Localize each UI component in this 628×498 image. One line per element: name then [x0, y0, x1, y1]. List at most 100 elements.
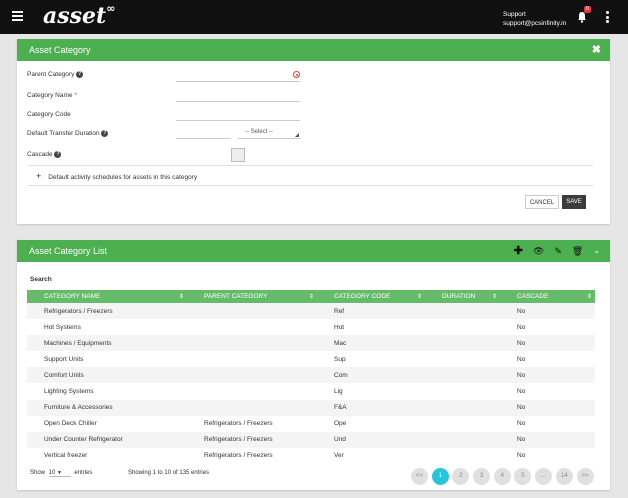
view-icon[interactable]: 👁: [533, 240, 544, 262]
notification-badge: 0: [584, 6, 591, 13]
list-panel-header: Asset Category List ✚ 👁 ✎ 🗑 ⌄: [17, 240, 610, 262]
page-button[interactable]: 4: [493, 468, 511, 485]
support-title: Support: [503, 11, 526, 18]
form-panel-title: Asset Category: [29, 45, 91, 55]
table-row[interactable]: Refrigerators / Freezers Ref No: [27, 303, 595, 320]
table-cell: No: [500, 431, 595, 448]
table-cell: Support Units: [27, 351, 187, 368]
showing-info: Showing 1 to 10 of 135 entries: [128, 470, 210, 476]
page-button[interactable]: 2: [452, 468, 470, 485]
table-row[interactable]: Hot Systems Hot No: [27, 319, 595, 336]
table-cell: Machines / Equipments: [27, 335, 187, 352]
table-row[interactable]: Vertical freezer Refrigerators / Freezers…: [27, 447, 595, 464]
chevron-down-icon[interactable]: ⌄: [593, 240, 600, 262]
entries-label: entries: [74, 470, 93, 476]
table-cell: [425, 319, 500, 336]
app-logo[interactable]: asset∞: [43, 1, 116, 29]
help-icon[interactable]: ?: [101, 130, 109, 137]
category-name-input[interactable]: [176, 93, 300, 102]
sort-icon[interactable]: ⇕: [179, 293, 184, 300]
parent-category-label: Parent Category ?: [27, 71, 84, 79]
table-cell: Comfort Units: [27, 367, 187, 384]
duration-unit-select[interactable]: -- Select --: [238, 129, 300, 139]
table-cell: Open Deck Chiller: [27, 415, 187, 432]
sort-icon[interactable]: ⇕: [587, 293, 592, 300]
sort-icon[interactable]: ⇕: [309, 293, 314, 300]
page-button[interactable]: 14: [555, 468, 573, 485]
table-cell: Sup: [317, 351, 425, 368]
help-icon[interactable]: ?: [76, 71, 84, 78]
table-row[interactable]: Furniture & Accessories F&A No: [27, 399, 595, 416]
page-button[interactable]: >>: [576, 468, 594, 485]
search-label: Search: [30, 276, 52, 283]
table-cell: [187, 383, 317, 400]
close-icon[interactable]: ✖: [592, 39, 601, 61]
save-button[interactable]: SAVE: [562, 195, 586, 209]
dropdown-arrow-icon: ▼: [57, 470, 62, 476]
cancel-button[interactable]: CANCEL: [525, 195, 559, 209]
form-divider: [27, 165, 593, 166]
table-row[interactable]: Lighting Systems Lig No: [27, 383, 595, 400]
table-row[interactable]: Open Deck Chiller Refrigerators / Freezer…: [27, 415, 595, 432]
table-cell: Refrigerators / Freezers: [187, 431, 317, 448]
page-button[interactable]: 1: [431, 468, 449, 485]
column-header-category-name[interactable]: CATEGORY NAME ⇕: [27, 290, 187, 303]
table-cell: No: [500, 319, 595, 336]
parent-category-input[interactable]: [176, 73, 300, 82]
table-cell: Ope: [317, 415, 425, 432]
table-cell: No: [500, 399, 595, 416]
page-button[interactable]: 5: [514, 468, 532, 485]
table-cell: Furniture & Accessories: [27, 399, 187, 416]
table-cell: Hot Systems: [27, 319, 187, 336]
delete-icon[interactable]: 🗑: [572, 240, 583, 262]
table-row[interactable]: Comfort Units Com No: [27, 367, 595, 384]
table-cell: [425, 431, 500, 448]
asset-category-table: CATEGORY NAME ⇕ PARENT CATEGORY ⇕ CATEGORY…: [27, 290, 595, 464]
column-header-parent-category[interactable]: PARENT CATEGORY ⇕: [187, 290, 317, 303]
category-code-label: Category Code: [27, 111, 71, 118]
table-cell: No: [500, 351, 595, 368]
expander-label[interactable]: Default activity schedules for assets in…: [48, 174, 197, 181]
logo-text: asset: [43, 3, 107, 29]
table-cell: No: [500, 303, 595, 320]
column-header-category-code[interactable]: CATEGORY CODE ⇕: [317, 290, 425, 303]
cascade-checkbox[interactable]: [231, 148, 245, 162]
pagination: << 1 2 3 4 5... 14 >>: [411, 468, 597, 485]
clear-selection-icon[interactable]: [293, 71, 300, 78]
transfer-duration-input[interactable]: [176, 130, 231, 139]
table-cell: Und: [317, 431, 425, 448]
category-code-input[interactable]: [176, 112, 300, 121]
list-toolbar: ✚ 👁 ✎ 🗑 ⌄: [504, 240, 600, 262]
table-cell: [425, 383, 500, 400]
page-size-select[interactable]: 10 ▼: [48, 470, 71, 477]
table-cell: [425, 415, 500, 432]
support-email[interactable]: support@pcsinfinity.in: [503, 19, 566, 28]
table-cell: Under Counter Refrigerator: [27, 431, 187, 448]
table-cell: [187, 351, 317, 368]
duration-select-value: -- Select --: [245, 129, 274, 135]
column-header-cascade[interactable]: CASCADE ⇕: [500, 290, 595, 303]
plus-icon[interactable]: +: [36, 171, 41, 181]
logo-infinity-mark: ∞: [106, 1, 116, 15]
menu-icon[interactable]: [12, 11, 23, 21]
help-icon[interactable]: ?: [54, 151, 62, 158]
table-row[interactable]: Machines / Equipments Mac No: [27, 335, 595, 352]
transfer-duration-label: Default Transfer Duration ?: [27, 130, 109, 138]
add-icon[interactable]: ✚: [514, 240, 523, 262]
sort-icon[interactable]: ⇕: [492, 293, 497, 300]
page-button[interactable]: <<: [411, 468, 428, 485]
table-cell: Vertical freezer: [27, 447, 187, 464]
table-header-row: CATEGORY NAME ⇕ PARENT CATEGORY ⇕ CATEGORY…: [27, 290, 595, 303]
table-cell: [425, 303, 500, 320]
table-cell: Lig: [317, 383, 425, 400]
column-header-duration[interactable]: DURATION ⇕: [425, 290, 500, 303]
show-label: Show: [30, 470, 46, 476]
edit-icon[interactable]: ✎: [554, 240, 562, 262]
sort-icon[interactable]: ⇕: [417, 293, 422, 300]
more-options-icon[interactable]: [606, 11, 609, 25]
page-button[interactable]: ...: [535, 468, 553, 485]
page-button[interactable]: 3: [473, 468, 491, 485]
table-row[interactable]: Under Counter Refrigerator Refrigerators …: [27, 431, 595, 448]
table-cell: No: [500, 447, 595, 464]
table-row[interactable]: Support Units Sup No: [27, 351, 595, 368]
